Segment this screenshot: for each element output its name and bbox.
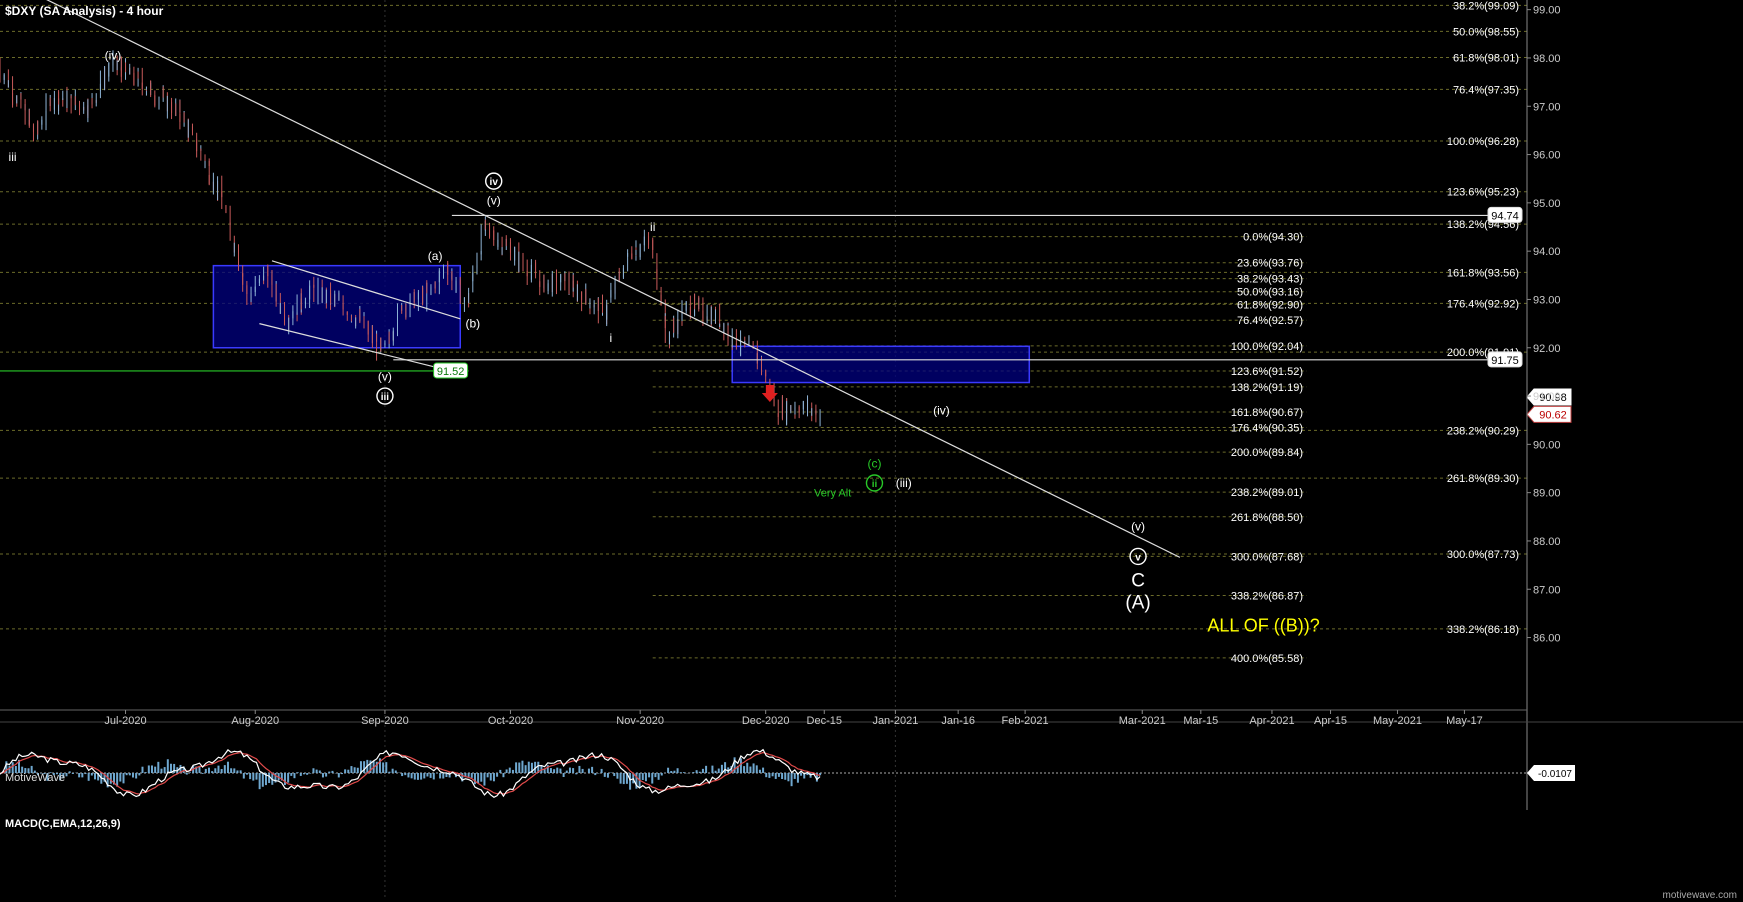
wave-label: ii [872, 479, 878, 490]
wave-label: ii [650, 220, 655, 234]
wave-label: iii [381, 392, 390, 403]
fib-label: 61.8%(92.90) [1237, 299, 1303, 311]
fib-label: 50.0%(98.55) [1453, 26, 1519, 38]
x-tick-label: Nov-2020 [616, 715, 664, 727]
alt-label: Very Alt [814, 488, 851, 500]
fib-label: 161.8%(90.67) [1231, 407, 1303, 419]
chart-title: $DXY (SA Analysis) - 4 hour [5, 4, 164, 18]
x-tick-label: Apr-2021 [1249, 715, 1294, 727]
fib-label: 300.0%(87.73) [1447, 549, 1519, 561]
y-tick-label: 95.00 [1533, 198, 1561, 210]
wave-label: (b) [465, 317, 480, 331]
x-tick-label: Aug-2020 [231, 715, 279, 727]
y-tick-label: 97.00 [1533, 101, 1561, 113]
fib-label: 238.2%(90.29) [1447, 425, 1519, 437]
fib-label: 76.4%(97.35) [1453, 84, 1519, 96]
fib-label: 238.2%(89.01) [1231, 487, 1303, 499]
x-tick-label: May-17 [1446, 715, 1483, 727]
x-tick-label: May-2021 [1373, 715, 1422, 727]
x-tick-label: Jan-2021 [872, 715, 918, 727]
y-tick-label: 98.00 [1533, 53, 1561, 65]
zone-box [212, 264, 461, 349]
fib-label: 38.2%(99.09) [1453, 0, 1519, 12]
wave-label: (v) [1131, 519, 1145, 533]
y-tick-label: 88.00 [1533, 536, 1561, 548]
macd-title: MACD(C,EMA,12,26,9) [5, 818, 121, 830]
wave-label: iii [9, 150, 17, 164]
fib-label: 200.0%(89.84) [1231, 447, 1303, 459]
y-tick-label: 90.00 [1533, 439, 1561, 451]
level-tag-label: 91.52 [437, 366, 465, 378]
fib-label: 100.0%(96.28) [1447, 136, 1519, 148]
fib-label: 23.6%(93.76) [1237, 258, 1303, 270]
y-tick-label: 94.00 [1533, 246, 1561, 258]
wave-label: v [1135, 552, 1141, 563]
y-tick-label: 93.00 [1533, 294, 1561, 306]
fib-label: 61.8%(98.01) [1453, 52, 1519, 64]
wave-label: (a) [428, 249, 443, 263]
level-tag-label: 91.75 [1491, 355, 1519, 367]
level-tag-label: 94.74 [1491, 210, 1519, 222]
wave-label: (v) [487, 193, 501, 207]
wave-label: iv [490, 177, 499, 188]
fib-label: 338.2%(86.18) [1447, 624, 1519, 636]
macd-value-label: -0.0107 [1538, 769, 1572, 780]
wave-label: (iv) [105, 49, 122, 63]
y-tick-label: 89.00 [1533, 488, 1561, 500]
fib-label: 50.0%(93.16) [1237, 287, 1303, 299]
price-tag-label: 90.62 [1539, 409, 1567, 421]
fib-label: 176.4%(92.92) [1447, 298, 1519, 310]
wave-label: (c) [867, 457, 881, 471]
wave-label: (v) [378, 370, 392, 384]
fib-label: 38.2%(93.43) [1237, 274, 1303, 286]
y-tick-label: 96.00 [1533, 150, 1561, 162]
x-tick-label: Mar-2021 [1119, 715, 1166, 727]
y-tick-label: 86.00 [1533, 633, 1561, 645]
fib-label: 261.8%(89.30) [1447, 473, 1519, 485]
wave-label-large: C [1131, 571, 1145, 592]
x-tick-label: Feb-2021 [1002, 715, 1049, 727]
x-tick-label: Apr-15 [1314, 715, 1347, 727]
y-tick-label: 91.00 [1533, 391, 1561, 403]
x-tick-label: Oct-2020 [488, 715, 533, 727]
wave-label: (iv) [933, 404, 950, 418]
fib-label: 138.2%(91.19) [1231, 382, 1303, 394]
y-tick-label: 92.00 [1533, 343, 1561, 355]
dxy-chart: 38.2%(99.09) 50.0%(98.55) 61.8%(98.01) 76.4… [0, 0, 1743, 902]
wave-label: i [610, 331, 613, 345]
fib-label: 261.8%(88.50) [1231, 512, 1303, 524]
x-tick-label: Jan-16 [941, 715, 975, 727]
fib-label: 0.0%(94.30) [1243, 232, 1303, 244]
x-tick-label: Mar-15 [1183, 715, 1218, 727]
y-tick-label: 87.00 [1533, 584, 1561, 596]
fib-label: 161.8%(93.56) [1447, 267, 1519, 279]
fib-label: 76.4%(92.57) [1237, 315, 1303, 327]
x-tick-label: Dec-15 [807, 715, 842, 727]
y-tick-label: 99.00 [1533, 5, 1561, 17]
wave-label-large: (A) [1125, 592, 1150, 613]
fib-label: 338.2%(86.87) [1231, 591, 1303, 603]
fib-label: 300.0%(87.68) [1231, 551, 1303, 563]
scenario-label: ALL OF ((B))? [1207, 615, 1319, 635]
watermark: MotiveWave [5, 772, 65, 784]
footer-brand: motivewave.com [1663, 890, 1737, 901]
x-tick-label: Dec-2020 [742, 715, 790, 727]
fib-label: 123.6%(95.23) [1447, 187, 1519, 199]
fib-label: 100.0%(92.04) [1231, 341, 1303, 353]
zone-box [731, 345, 1031, 384]
wave-label: (iii) [896, 476, 912, 490]
fib-label: 123.6%(91.52) [1231, 366, 1303, 378]
fib-label: 176.4%(90.35) [1231, 422, 1303, 434]
x-tick-label: Jul-2020 [104, 715, 146, 727]
x-tick-label: Sep-2020 [361, 715, 409, 727]
fib-label: 400.0%(85.58) [1231, 653, 1303, 665]
